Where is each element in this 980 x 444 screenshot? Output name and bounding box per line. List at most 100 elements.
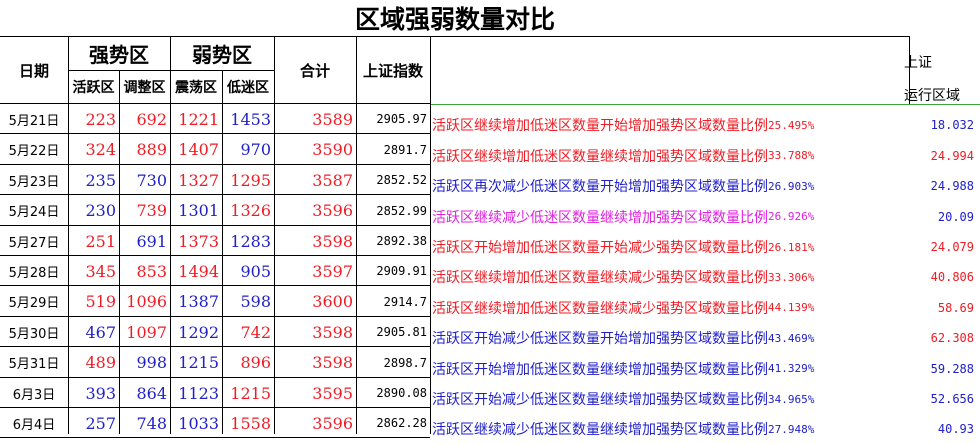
sh-region-value: 62.308 xyxy=(930,331,974,345)
analysis-text: 活跃区继续增加低迷区数量继续增加强势区域数量比例 xyxy=(432,148,768,165)
sh-index-value: 2914.7 xyxy=(383,294,427,309)
adjust-count: 691 xyxy=(136,231,167,251)
analysis-note: 活跃区继续增加低迷区数量继续减少强势区域数量比例 33.306% xyxy=(430,262,905,292)
strong-ratio: 33.788% xyxy=(768,149,815,162)
header-active-zone: 活跃区 xyxy=(72,80,115,96)
page-title: 区域强弱数量对比 xyxy=(354,5,555,34)
analysis-note: 活跃区开始减少低迷区数量继续增加强势区域数量比例 34.965% xyxy=(430,384,905,414)
analysis-text: 活跃区继续减少低迷区数量继续增加强势区域数量比例 xyxy=(432,209,768,226)
adjust-count: 730 xyxy=(136,170,167,190)
row-date: 5月22日 xyxy=(8,144,60,159)
sh-index-value: 2905.81 xyxy=(376,325,427,339)
strong-ratio: 26.903% xyxy=(768,179,815,193)
sh-region-value: 40.806 xyxy=(930,270,974,284)
total-count: 3587 xyxy=(312,170,353,190)
active-count: 393 xyxy=(85,383,116,403)
sh-index-value: 2898.7 xyxy=(383,355,427,370)
row-date: 6月3日 xyxy=(12,387,56,403)
adjust-count: 853 xyxy=(136,261,167,281)
adjust-count: 864 xyxy=(136,383,167,403)
oscillate-count: 1373 xyxy=(178,231,219,251)
active-count: 251 xyxy=(85,231,116,251)
oscillate-count: 1123 xyxy=(178,383,219,403)
active-count: 235 xyxy=(85,170,116,190)
header-total: 合计 xyxy=(299,61,330,80)
row-date: 5月29日 xyxy=(8,296,60,311)
oscillate-count: 1327 xyxy=(178,170,219,190)
active-count: 519 xyxy=(85,292,116,311)
analysis-note: 活跃区开始增加低迷区数量继续增加强势区域数量比例 41.329% xyxy=(430,353,905,384)
oscillate-count: 1292 xyxy=(178,322,219,342)
row-date: 5月28日 xyxy=(8,265,60,281)
total-count: 3590 xyxy=(312,140,353,159)
sh-region-value: 58.69 xyxy=(937,300,974,315)
adjust-count: 1097 xyxy=(126,322,167,342)
active-count: 223 xyxy=(85,109,116,129)
oscillate-count: 1387 xyxy=(178,292,219,311)
low-count: 896 xyxy=(240,353,271,372)
analysis-text: 活跃区开始减少低迷区数量开始增加强势区域数量比例 xyxy=(432,331,768,347)
sh-region-value: 24.994 xyxy=(930,148,974,163)
total-count: 3596 xyxy=(312,201,353,220)
analysis-text: 活跃区继续增加低迷区数量开始增加强势区域数量比例 xyxy=(432,118,768,134)
strong-ratio: 34.965% xyxy=(768,392,815,406)
strong-ratio: 26.926% xyxy=(768,210,815,223)
low-count: 1215 xyxy=(230,383,271,403)
total-count: 3600 xyxy=(312,292,353,311)
analysis-note: 活跃区继续减少低迷区数量继续增加强势区域数量比例 27.948% xyxy=(430,414,905,444)
analysis-text: 活跃区继续增加低迷区数量继续减少强势区域数量比例 xyxy=(432,300,768,317)
adjust-count: 998 xyxy=(136,353,167,372)
analysis-text: 活跃区开始增加低迷区数量开始减少强势区域数量比例 xyxy=(432,240,768,256)
strong-ratio: 25.495% xyxy=(768,118,815,132)
oscillate-count: 1407 xyxy=(178,140,219,159)
strong-ratio: 43.469% xyxy=(768,331,815,345)
header-date: 日期 xyxy=(18,61,49,80)
active-count: 467 xyxy=(85,322,116,342)
analysis-text: 活跃区继续减少低迷区数量继续增加强势区域数量比例 xyxy=(432,422,768,438)
analysis-text: 活跃区开始减少低迷区数量继续增加强势区域数量比例 xyxy=(432,392,768,408)
adjust-count: 692 xyxy=(136,109,167,129)
row-date: 5月24日 xyxy=(8,205,60,220)
analysis-text: 活跃区开始增加低迷区数量继续增加强势区域数量比例 xyxy=(432,361,768,378)
total-count: 3598 xyxy=(312,231,353,251)
sh-index-value: 2905.97 xyxy=(376,112,427,126)
oscillate-count: 1221 xyxy=(178,109,219,129)
sh-region-value: 59.288 xyxy=(930,361,974,376)
active-count: 489 xyxy=(85,353,116,372)
analysis-note: 活跃区继续增加低迷区数量开始增加强势区域数量比例 25.495% xyxy=(430,110,905,140)
row-date: 5月30日 xyxy=(8,326,60,342)
low-count: 598 xyxy=(240,292,271,311)
strong-ratio: 44.139% xyxy=(768,301,815,314)
row-date: 5月23日 xyxy=(8,174,60,190)
header-region-label: 运行区域 xyxy=(904,88,960,104)
adjust-count: 1096 xyxy=(126,292,167,311)
total-count: 3598 xyxy=(312,322,353,342)
total-count: 3589 xyxy=(312,109,353,129)
oscillate-count: 1301 xyxy=(178,201,219,220)
analysis-note: 活跃区开始增加低迷区数量开始减少强势区域数量比例 26.181% xyxy=(430,232,905,262)
total-count: 3598 xyxy=(312,353,353,372)
row-date: 5月27日 xyxy=(8,235,60,251)
low-count: 1326 xyxy=(230,201,271,220)
comparison-table: 区域强弱数量对比 日期 强势区 弱势区 活跃区 调整区 震荡区 低迷区 合计 上… xyxy=(0,0,980,438)
sh-index-value: 2852.52 xyxy=(376,173,427,187)
sh-region-value: 18.032 xyxy=(930,118,974,132)
low-count: 742 xyxy=(240,322,271,342)
sh-index-value: 2892.38 xyxy=(376,234,427,248)
analysis-note: 活跃区继续减少低迷区数量继续增加强势区域数量比例 26.926% xyxy=(430,201,905,232)
analysis-text: 活跃区继续增加低迷区数量继续减少强势区域数量比例 xyxy=(432,270,768,286)
header-oscillate-zone: 震荡区 xyxy=(175,80,217,96)
sh-index-value: 2909.91 xyxy=(376,264,427,278)
strong-ratio: 26.181% xyxy=(768,240,815,254)
header-weak-zone: 弱势区 xyxy=(192,42,252,67)
sh-index-value: 2852.99 xyxy=(376,203,427,218)
low-count: 1453 xyxy=(230,109,271,129)
sh-index-value: 2891.7 xyxy=(383,142,427,157)
analysis-note: 活跃区再次减少低迷区数量开始增加强势区域数量比例 26.903% xyxy=(430,171,905,201)
low-count: 1283 xyxy=(230,231,271,251)
sh-index-value: 2890.08 xyxy=(376,386,427,400)
low-count: 1295 xyxy=(230,170,271,190)
strong-ratio: 33.306% xyxy=(768,270,815,284)
adjust-count: 739 xyxy=(136,201,167,220)
low-count: 905 xyxy=(240,261,271,281)
